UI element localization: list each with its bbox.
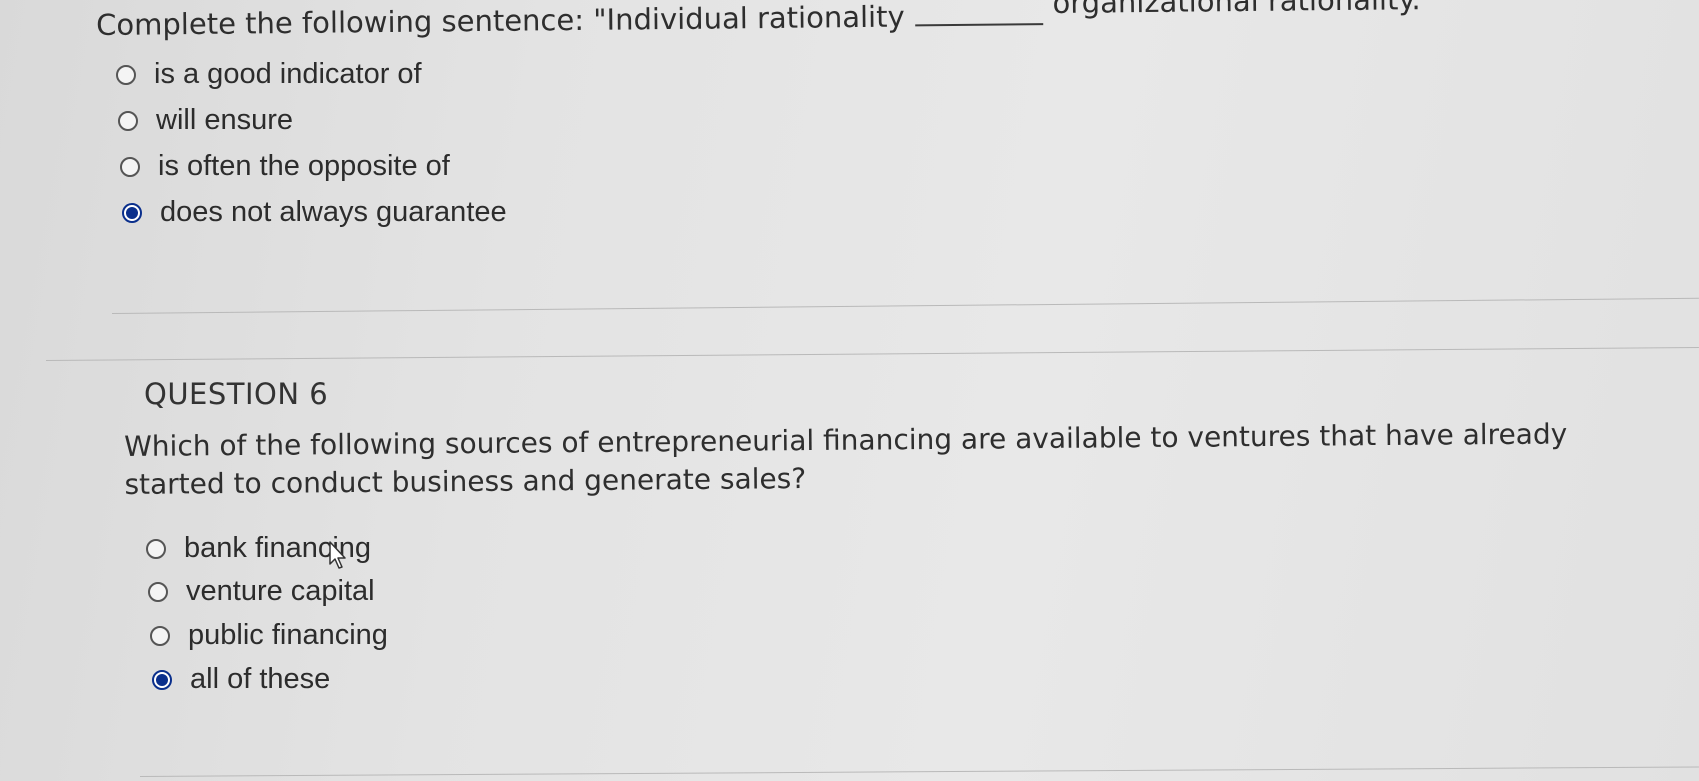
- option-label: all of these: [190, 663, 331, 695]
- option-label: public financing: [188, 619, 388, 651]
- divider: [111, 297, 1699, 314]
- option-label: is often the opposite of: [158, 150, 450, 182]
- q6-option-2[interactable]: venture capital: [148, 575, 375, 608]
- prompt-before: Complete the following sentence: "Indivi…: [96, 0, 905, 42]
- divider: [139, 766, 1699, 777]
- q5-option-1[interactable]: is a good indicator of: [116, 58, 422, 91]
- radio-button[interactable]: [116, 64, 136, 85]
- q6-option-4[interactable]: all of these: [152, 663, 330, 696]
- fill-in-blank: [914, 1, 1043, 27]
- radio-button[interactable]: [120, 156, 140, 177]
- question-6-text: Which of the following sources of entrep…: [124, 417, 1568, 501]
- radio-button[interactable]: [146, 538, 166, 559]
- mouse-pointer-icon: [329, 541, 346, 569]
- q5-option-2[interactable]: will ensure: [118, 104, 293, 137]
- option-label: will ensure: [156, 104, 293, 136]
- q5-option-3[interactable]: is often the opposite of: [120, 150, 450, 183]
- radio-button-selected[interactable]: [152, 669, 172, 690]
- prompt-after: organizational rationality.": [1052, 0, 1435, 20]
- option-label: does not always guarantee: [160, 196, 507, 228]
- radio-button-selected[interactable]: [122, 202, 142, 223]
- radio-button[interactable]: [148, 581, 168, 602]
- radio-button[interactable]: [118, 110, 138, 131]
- quiz-page: Complete the following sentence: "Indivi…: [0, 0, 1699, 781]
- radio-button[interactable]: [150, 625, 170, 646]
- question-6-heading: QUESTION 6: [144, 377, 329, 411]
- divider: [45, 347, 1699, 361]
- q5-option-4[interactable]: does not always guarantee: [122, 196, 507, 229]
- q6-option-3[interactable]: public financing: [150, 619, 388, 652]
- question-5-prompt: Complete the following sentence: "Indivi…: [96, 0, 1434, 42]
- option-label: is a good indicator of: [154, 58, 422, 90]
- option-label: venture capital: [186, 575, 375, 607]
